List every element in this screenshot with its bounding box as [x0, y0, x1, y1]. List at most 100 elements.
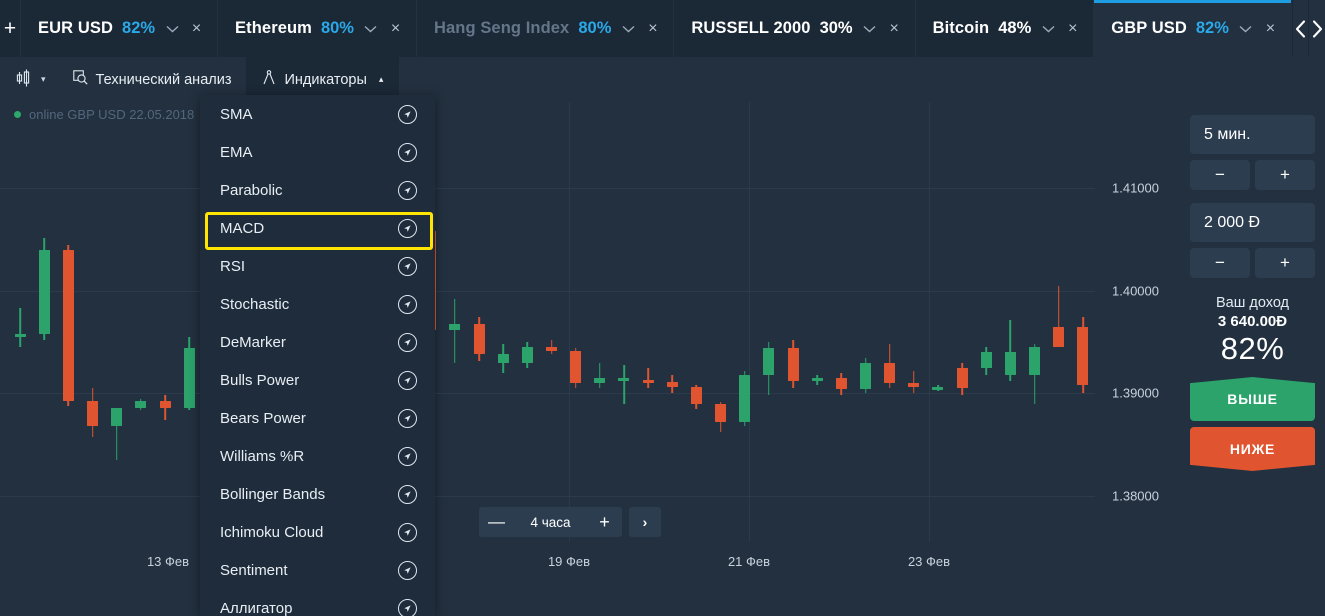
timeframe-stepper: — 4 часа + — [479, 507, 622, 537]
play-circle-icon[interactable] — [398, 522, 417, 542]
candle-body — [14, 333, 26, 337]
play-circle-icon[interactable] — [398, 142, 417, 162]
close-icon[interactable]: × — [645, 20, 660, 37]
play-circle-icon[interactable] — [398, 560, 417, 580]
duration-minus-button[interactable]: − — [1190, 160, 1250, 190]
candle-body — [159, 400, 171, 408]
candle-body — [1077, 326, 1089, 386]
timeframe-next-button[interactable]: › — [629, 507, 661, 537]
indicator-item-parabolic[interactable]: Parabolic — [200, 171, 435, 209]
chevron-down-icon[interactable] — [1238, 25, 1254, 33]
play-circle-icon[interactable] — [398, 104, 417, 124]
indicator-item-rsi[interactable]: RSI — [200, 247, 435, 285]
indicator-item-bulls-power[interactable]: Bulls Power — [200, 361, 435, 399]
candlestick-chart[interactable]: online GBP USD 22.05.2018 1.41000 1.40000… — [0, 102, 1180, 575]
indicator-item-bollinger-bands[interactable]: Bollinger Bands — [200, 475, 435, 513]
play-circle-icon[interactable] — [398, 332, 417, 352]
indicator-item-sma[interactable]: SMA — [200, 95, 435, 133]
asset-tab-ethereum[interactable]: Ethereum 80% × — [218, 0, 417, 57]
investment-amount-field[interactable]: 2 000 Ð — [1190, 203, 1315, 242]
amount-minus-button[interactable]: − — [1190, 248, 1250, 278]
timeframe-value[interactable]: 4 часа — [514, 507, 587, 537]
indicator-item-macd[interactable]: MACD — [200, 209, 435, 247]
income-label: Ваш доход — [1215, 295, 1290, 311]
add-tab-button[interactable]: + — [0, 0, 22, 57]
candle — [618, 102, 630, 542]
chevron-up-icon: ▴ — [378, 74, 384, 84]
amount-plus-button[interactable]: + — [1255, 248, 1315, 278]
asset-tab-eur-usd[interactable]: EUR USD 82% × — [21, 0, 219, 57]
date-tick-label: 13 Фев — [146, 554, 190, 569]
play-circle-icon[interactable] — [398, 446, 417, 466]
close-icon[interactable]: × — [887, 20, 902, 37]
asset-tab-bar: + EUR USD 82% × Ethereum 80% × Hang Seng… — [0, 0, 1325, 57]
asset-tab-hang-seng-index[interactable]: Hang Seng Index 80% × — [416, 0, 675, 57]
call-higher-button[interactable]: ВЫШЕ — [1190, 377, 1315, 421]
candle — [739, 102, 751, 542]
play-circle-icon[interactable] — [398, 218, 417, 238]
indicator-item-label: Bears Power — [220, 409, 306, 427]
indicator-item-bears-power[interactable]: Bears Power — [200, 399, 435, 437]
chevron-down-icon[interactable] — [620, 25, 636, 33]
play-circle-icon[interactable] — [398, 598, 417, 616]
indicator-item-williams-r[interactable]: Williams %R — [200, 437, 435, 475]
candle — [38, 102, 50, 542]
asset-tab-russell-2000[interactable]: RUSSELL 2000 30% × — [674, 0, 916, 57]
indicator-item-sentiment[interactable]: Sentiment — [200, 551, 435, 589]
candle-body — [1053, 326, 1065, 348]
tabs-scroll-left-button[interactable] — [1291, 0, 1309, 57]
price-tick-label: 1.41000 — [1112, 180, 1159, 196]
compass-icon — [262, 69, 276, 90]
close-icon[interactable]: × — [388, 20, 403, 37]
indicator-item-ema[interactable]: EMA — [200, 133, 435, 171]
indicator-item-stochastic[interactable]: Stochastic — [200, 285, 435, 323]
indicator-item-demarker[interactable]: DeMarker — [200, 323, 435, 361]
asset-tab-payout: 82% — [122, 19, 156, 37]
candle-wick — [913, 370, 915, 394]
chevron-down-icon[interactable] — [363, 25, 379, 33]
tabs-scroll-right-button[interactable] — [1308, 0, 1325, 57]
chevron-right-icon — [1312, 19, 1323, 38]
close-icon[interactable]: × — [1263, 20, 1278, 37]
expiry-duration-field[interactable]: 5 мин. — [1190, 115, 1315, 154]
chevron-down-icon[interactable] — [164, 25, 180, 33]
candle-body — [811, 378, 823, 382]
put-lower-button[interactable]: НИЖЕ — [1190, 427, 1315, 471]
timeframe-increase-button[interactable]: + — [587, 507, 622, 537]
timeframe-decrease-button[interactable]: — — [479, 507, 514, 537]
indicator-item-ichimoku-cloud[interactable]: Ichimoku Cloud — [200, 513, 435, 551]
candle — [183, 102, 195, 542]
candle-body — [666, 382, 678, 388]
gridline-vertical — [929, 102, 930, 542]
indicator-item-label: Bollinger Bands — [220, 485, 326, 503]
indicators-dropdown-menu[interactable]: SMA EMA Parabolic MACD RSI Stochastic DeMarker… — [200, 95, 435, 616]
chevron-down-icon[interactable] — [1040, 25, 1056, 33]
chart-type-button[interactable]: ▾ — [0, 57, 58, 102]
candle — [473, 102, 485, 542]
close-icon[interactable]: × — [1065, 20, 1080, 37]
duration-plus-button[interactable]: + — [1255, 160, 1315, 190]
candle-body — [690, 387, 702, 404]
play-circle-icon[interactable] — [398, 180, 417, 200]
asset-tab-bitcoin[interactable]: Bitcoin 48% × — [915, 0, 1095, 57]
chart-area[interactable]: online GBP USD 22.05.2018 1.41000 1.40000… — [0, 102, 1325, 616]
candle — [594, 102, 606, 542]
play-circle-icon[interactable] — [398, 294, 417, 314]
candle-wick — [454, 299, 456, 363]
candle-body — [87, 400, 99, 427]
play-circle-icon[interactable] — [398, 408, 417, 428]
candle — [932, 102, 944, 542]
candle — [521, 102, 533, 542]
candle — [497, 102, 509, 542]
play-circle-icon[interactable] — [398, 370, 417, 390]
play-circle-icon[interactable] — [398, 484, 417, 504]
chevron-down-icon[interactable] — [862, 25, 878, 33]
candle-body — [473, 323, 485, 355]
asset-tab-gbp-usd[interactable]: GBP USD 82% × — [1094, 0, 1292, 57]
date-tick-label: 19 Фев — [547, 554, 591, 569]
indicator-item-аллигатор[interactable]: Аллигатор — [200, 589, 435, 616]
price-tick-label: 1.39000 — [1112, 385, 1159, 401]
play-circle-icon[interactable] — [398, 256, 417, 276]
candle — [111, 102, 123, 542]
close-icon[interactable]: × — [189, 20, 204, 37]
